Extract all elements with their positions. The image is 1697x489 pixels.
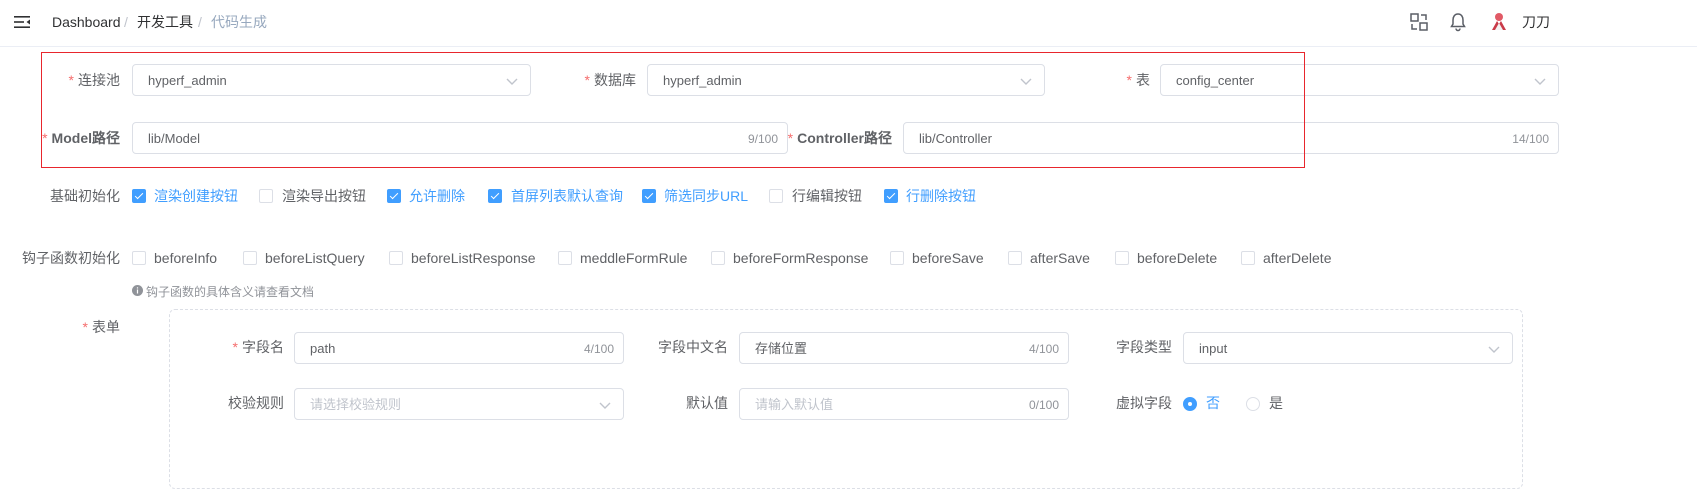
checkbox-label[interactable]: beforeListResponse: [411, 248, 536, 268]
checkbox-default-query[interactable]: [488, 189, 502, 203]
checkbox-label[interactable]: beforeSave: [912, 248, 984, 268]
model-path-value: lib/Model: [148, 131, 201, 146]
radio-virtual-yes[interactable]: [1246, 397, 1260, 411]
char-counter: 4/100: [1028, 342, 1059, 356]
checkbox-before-list-response[interactable]: [389, 251, 403, 265]
breadcrumb-separator: /: [124, 14, 128, 30]
database-select[interactable]: hyperf_admin: [647, 64, 1045, 96]
checkbox-allow-delete[interactable]: [387, 189, 401, 203]
database-value: hyperf_admin: [663, 73, 742, 88]
controller-path-value: lib/Controller: [919, 131, 992, 146]
checkbox-before-form-response[interactable]: [711, 251, 725, 265]
checkbox-filter-sync-url[interactable]: [642, 189, 656, 203]
chevron-down-icon: [506, 78, 518, 85]
checkbox-meddle-form-rule[interactable]: [558, 251, 572, 265]
checkbox-label[interactable]: 渲染创建按钮: [154, 186, 238, 206]
model-path-label: * Model路径: [42, 130, 120, 146]
checkbox-before-delete[interactable]: [1115, 251, 1129, 265]
checkbox-label[interactable]: afterSave: [1030, 248, 1090, 268]
breadcrumb-item-codegen: 代码生成: [211, 14, 267, 30]
checkbox-label[interactable]: beforeDelete: [1137, 248, 1217, 268]
fullscreen-icon[interactable]: [1408, 11, 1430, 33]
controller-path-label: * Controller路径: [787, 130, 892, 146]
field-name-label: * 字段名: [232, 339, 284, 355]
default-value-placeholder: 请输入默认值: [755, 397, 834, 412]
table-label: * 表: [1126, 72, 1150, 88]
field-name-input[interactable]: path 4/100: [294, 332, 624, 364]
chevron-down-icon: [1488, 346, 1500, 353]
checkbox-before-list-query[interactable]: [243, 251, 257, 265]
char-counter: 9/100: [747, 132, 778, 146]
avatar[interactable]: [1488, 10, 1510, 32]
validate-rule-label: 校验规则: [228, 395, 284, 411]
hook-tip: 钩子函数的具体含义请查看文档: [146, 285, 315, 299]
checkbox-label[interactable]: afterDelete: [1263, 248, 1331, 268]
chevron-down-icon: [1534, 78, 1546, 85]
checkbox-label[interactable]: beforeInfo: [154, 248, 217, 268]
hook-init-label: 钩子函数初始化: [22, 250, 120, 266]
checkbox-label[interactable]: 允许删除: [409, 186, 465, 206]
database-label: * 数据库: [584, 72, 636, 88]
field-type-select[interactable]: input: [1183, 332, 1513, 364]
base-init-label: 基础初始化: [50, 188, 120, 204]
controller-path-input[interactable]: lib/Controller 14/100: [903, 122, 1559, 154]
hamburger-icon[interactable]: [14, 14, 30, 30]
field-type-value: input: [1199, 341, 1228, 356]
model-path-input[interactable]: lib/Model 9/100: [132, 122, 788, 154]
checkbox-after-delete[interactable]: [1241, 251, 1255, 265]
form-section-label: * 表单: [82, 319, 120, 335]
field-name-value: path: [310, 341, 336, 356]
checkbox-label[interactable]: meddleFormRule: [580, 248, 687, 268]
checkbox-render-export[interactable]: [259, 189, 273, 203]
table-value: config_center: [1176, 73, 1255, 88]
checkbox-label[interactable]: beforeFormResponse: [733, 248, 868, 268]
radio-virtual-no[interactable]: [1183, 397, 1197, 411]
field-type-label: 字段类型: [1116, 339, 1172, 355]
char-counter: 4/100: [583, 342, 614, 356]
checkbox-label[interactable]: 筛选同步URL: [664, 186, 748, 206]
chevron-down-icon: [1020, 78, 1032, 85]
checkbox-before-info[interactable]: [132, 251, 146, 265]
default-value-label: 默认值: [686, 395, 728, 411]
breadcrumb-item-dashboard[interactable]: Dashboard: [52, 12, 121, 32]
checkbox-label[interactable]: 首屏列表默认查询: [511, 186, 623, 206]
table-select[interactable]: config_center: [1160, 64, 1559, 96]
radio-label[interactable]: 是: [1269, 393, 1283, 413]
pool-label: * 连接池: [68, 72, 120, 88]
radio-label[interactable]: 否: [1206, 393, 1220, 413]
char-counter: 0/100: [1028, 398, 1059, 412]
checkbox-after-save[interactable]: [1008, 251, 1022, 265]
pool-select[interactable]: hyperf_admin: [132, 64, 531, 96]
checkbox-row-edit[interactable]: [769, 189, 783, 203]
bell-icon[interactable]: [1447, 11, 1469, 33]
field-cn-name-label: 字段中文名: [658, 339, 728, 355]
field-cn-name-value: 存储位置: [755, 341, 808, 356]
breadcrumb-separator: /: [198, 14, 202, 30]
checkbox-label[interactable]: 渲染导出按钮: [282, 186, 366, 206]
checkbox-label[interactable]: beforeListQuery: [265, 248, 365, 268]
virtual-field-label: 虚拟字段: [1116, 395, 1172, 411]
default-value-input[interactable]: 请输入默认值 0/100: [739, 388, 1069, 420]
navbar: Dashboard / 开发工具 / 代码生成 刀刀: [0, 0, 1697, 47]
chevron-down-icon: [599, 402, 611, 409]
user-name[interactable]: 刀刀: [1522, 12, 1550, 32]
checkbox-label[interactable]: 行删除按钮: [906, 186, 976, 206]
pool-value: hyperf_admin: [148, 73, 227, 88]
checkbox-row-delete[interactable]: [884, 189, 898, 203]
char-counter: 14/100: [1512, 132, 1549, 146]
breadcrumb-item-devtools[interactable]: 开发工具: [137, 12, 193, 32]
validate-rule-placeholder: 请选择校验规则: [310, 397, 402, 412]
field-cn-name-input[interactable]: 存储位置 4/100: [739, 332, 1069, 364]
checkbox-render-create[interactable]: [132, 189, 146, 203]
checkbox-before-save[interactable]: [890, 251, 904, 265]
info-icon: [132, 285, 143, 296]
validate-rule-select[interactable]: 请选择校验规则: [294, 388, 624, 420]
checkbox-label[interactable]: 行编辑按钮: [792, 186, 862, 206]
